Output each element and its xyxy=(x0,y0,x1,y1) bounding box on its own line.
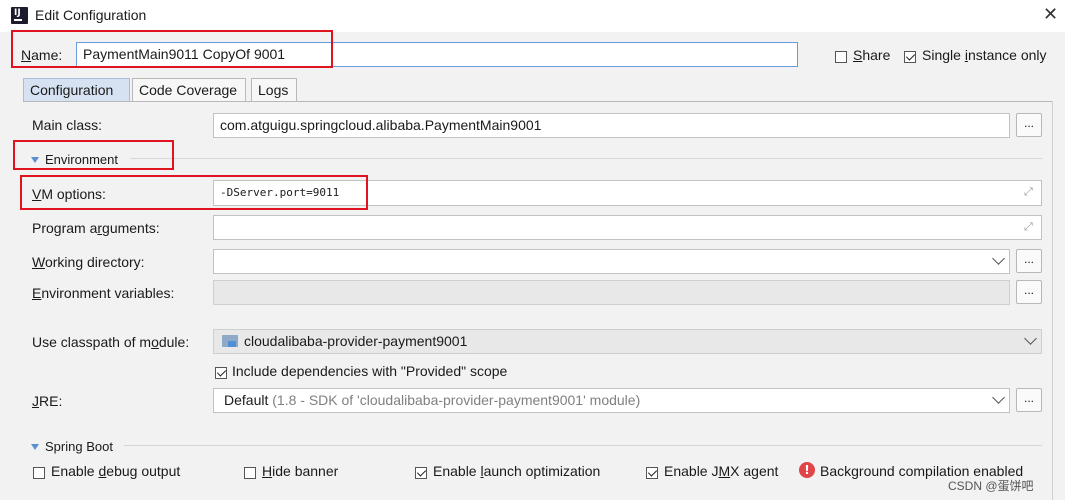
tab-strip-divider xyxy=(23,101,1053,102)
launch-optimization-checkbox[interactable] xyxy=(415,465,427,481)
tab-code-coverage[interactable]: Code Coverage xyxy=(132,78,246,102)
jre-label: JRE: xyxy=(32,393,63,409)
launch-optimization-label: Enable launch optimization xyxy=(433,463,601,479)
spring-boot-collapse-triangle-icon[interactable] xyxy=(31,444,39,450)
single-instance-checkbox[interactable] xyxy=(904,49,916,65)
jmx-agent-label: Enable JMX agent xyxy=(664,463,779,479)
environment-variables-input[interactable] xyxy=(213,280,1010,305)
jre-select[interactable]: Default (1.8 - SDK of 'cloudalibaba-prov… xyxy=(213,388,1010,413)
title-bar xyxy=(0,0,1065,32)
tab-configuration[interactable]: Configuration xyxy=(23,78,130,102)
expand-icon[interactable]: ⤢ xyxy=(1024,186,1033,199)
main-class-input[interactable]: com.atguigu.springcloud.alibaba.PaymentM… xyxy=(213,113,1010,138)
working-directory-label: Working directory: xyxy=(32,254,145,270)
highlight-box-vm-options xyxy=(20,175,368,210)
share-label: Share xyxy=(853,47,891,63)
debug-output-label: Enable debug output xyxy=(51,463,181,479)
environment-separator xyxy=(130,158,1042,159)
tab-logs[interactable]: Logs xyxy=(251,78,297,102)
close-icon[interactable]: ✕ xyxy=(1043,4,1058,25)
single-instance-label: Single instance only xyxy=(922,47,1047,63)
module-folder-icon xyxy=(222,335,238,347)
hide-banner-label: Hide banner xyxy=(262,463,339,479)
highlight-box-name xyxy=(11,30,333,68)
window-title: Edit Configuration xyxy=(35,7,147,23)
include-provided-label: Include dependencies with "Provided" sco… xyxy=(232,363,508,379)
panel-right-border xyxy=(1052,101,1053,500)
watermark: CSDN @蛋饼吧 xyxy=(948,479,1034,493)
spring-boot-separator xyxy=(124,445,1042,446)
intellij-app-icon: IJ xyxy=(11,7,28,24)
hide-banner-checkbox[interactable] xyxy=(244,465,256,481)
main-class-browse-button[interactable]: ... xyxy=(1016,113,1042,137)
include-provided-checkbox[interactable] xyxy=(215,365,227,381)
main-class-label: Main class: xyxy=(32,117,103,133)
working-directory-browse-button[interactable]: ... xyxy=(1016,249,1042,273)
jre-browse-button[interactable]: ... xyxy=(1016,388,1042,412)
share-checkbox[interactable] xyxy=(835,49,847,65)
classpath-module-label: Use classpath of module: xyxy=(32,334,190,350)
expand-icon[interactable]: ⤢ xyxy=(1024,221,1033,234)
debug-output-checkbox[interactable] xyxy=(33,465,45,481)
spring-boot-section-title[interactable]: Spring Boot xyxy=(45,439,113,454)
program-arguments-label: Program arguments: xyxy=(32,220,160,236)
highlight-box-environment xyxy=(13,140,174,170)
environment-variables-label: Environment variables: xyxy=(32,285,175,301)
classpath-module-select[interactable]: cloudalibaba-provider-payment9001 xyxy=(213,329,1042,354)
program-arguments-input[interactable] xyxy=(213,215,1042,240)
jmx-agent-checkbox[interactable] xyxy=(646,465,658,481)
working-directory-input[interactable] xyxy=(213,249,1010,274)
environment-variables-browse-button[interactable]: ... xyxy=(1016,280,1042,304)
warning-icon: ! xyxy=(799,462,815,478)
